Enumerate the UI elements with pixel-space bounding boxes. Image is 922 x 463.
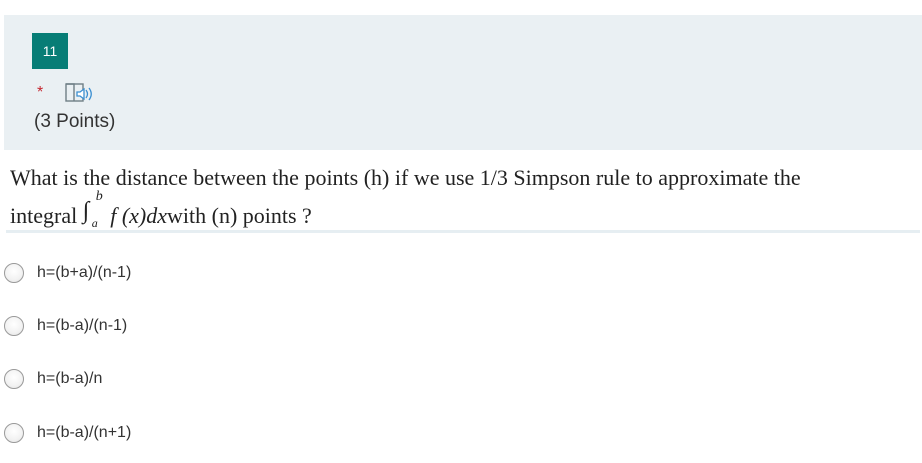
question-text-prefix: integral (10, 203, 78, 228)
integral-upper-limit: b (95, 189, 103, 204)
integral-lower-limit: a (91, 216, 98, 230)
integral-symbol: ∫ b a (82, 189, 105, 230)
question-text-suffix: with (n) points ? (167, 203, 312, 228)
radio-button[interactable] (4, 369, 24, 389)
integrand: f (x)dx (110, 203, 167, 228)
question-points: (3 Points) (34, 111, 116, 132)
radio-button[interactable] (4, 316, 24, 336)
answer-option-label[interactable]: h=(b+a)/(n-1) (37, 264, 131, 282)
answer-option[interactable]: h=(b-a)/n (4, 365, 102, 393)
answer-option-label[interactable]: h=(b-a)/(n+1) (37, 424, 131, 442)
immersive-reader-icon[interactable] (64, 81, 94, 105)
question-header: 11 * (3 Points) (4, 15, 922, 150)
answer-option[interactable]: h=(b-a)/(n+1) (4, 419, 131, 447)
question-number-badge: 11 (32, 33, 68, 69)
answer-option[interactable]: h=(b-a)/(n-1) (4, 312, 127, 340)
question-card: 11 * (3 Points) What is the distance bet… (0, 0, 922, 463)
question-text: What is the distance between the points … (6, 150, 920, 233)
radio-button[interactable] (4, 423, 24, 443)
question-text-line-2: integral ∫ b a f (x)dxwith (n) points ? (10, 189, 312, 230)
question-text-line-1: What is the distance between the points … (10, 165, 801, 190)
answer-option[interactable]: h=(b+a)/(n-1) (4, 259, 131, 287)
answer-option-label[interactable]: h=(b-a)/(n-1) (37, 317, 127, 335)
required-marker: * (37, 84, 44, 101)
integral-sign: ∫ (82, 198, 90, 224)
answer-option-label[interactable]: h=(b-a)/n (37, 370, 102, 388)
radio-button[interactable] (4, 263, 24, 283)
